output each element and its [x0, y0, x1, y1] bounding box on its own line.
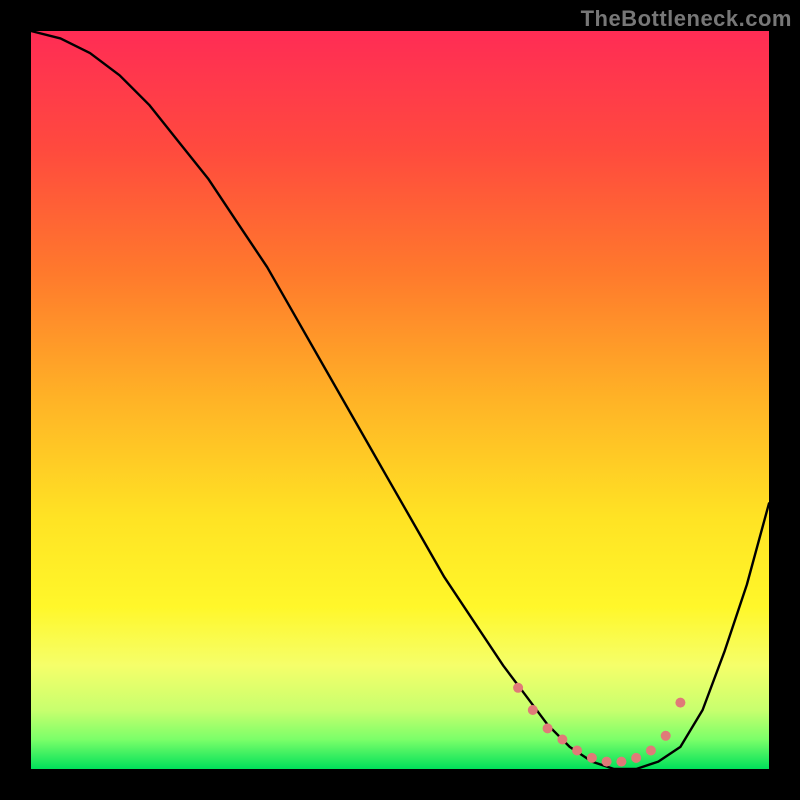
marker-dot — [631, 753, 641, 763]
marker-dot — [572, 746, 582, 756]
marker-dot — [616, 757, 626, 767]
marker-dot — [543, 723, 553, 733]
marker-dot — [661, 731, 671, 741]
marker-dot — [513, 683, 523, 693]
chart-svg — [0, 0, 800, 800]
marker-dot — [557, 735, 567, 745]
marker-dot — [528, 705, 538, 715]
marker-dot — [675, 698, 685, 708]
watermark-text: TheBottleneck.com — [581, 6, 792, 32]
marker-dot — [587, 753, 597, 763]
plot-gradient — [31, 31, 769, 769]
marker-dot — [646, 746, 656, 756]
chart-stage: TheBottleneck.com — [0, 0, 800, 800]
marker-dot — [602, 757, 612, 767]
